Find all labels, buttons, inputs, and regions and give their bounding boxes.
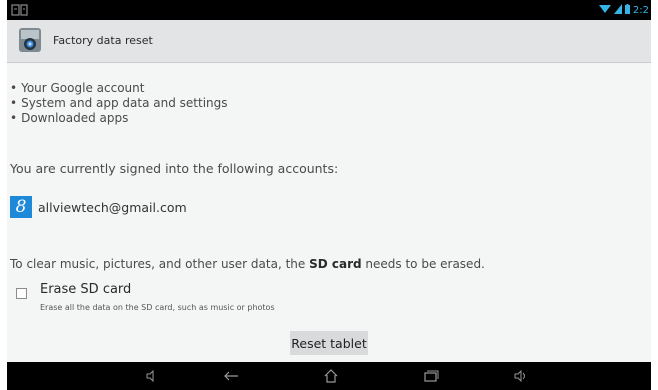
erase-sd-label[interactable]: Erase SD card xyxy=(40,282,131,297)
notification-icon xyxy=(11,3,31,17)
clear-data-text: To clear music, pictures, and other user… xyxy=(10,257,485,271)
reset-tablet-button[interactable]: Reset tablet xyxy=(290,331,368,355)
erase-items-list: Your Google account System and app data … xyxy=(10,81,228,126)
clear-text-suffix: needs to be erased. xyxy=(361,257,485,271)
page-title: Factory data reset xyxy=(53,34,153,47)
erase-sd-description: Erase all the data on the SD card, such … xyxy=(40,303,275,312)
list-item: Your Google account xyxy=(10,81,228,96)
action-bar: Factory data reset xyxy=(7,20,651,63)
home-icon[interactable] xyxy=(321,368,341,384)
navigation-bar xyxy=(7,362,651,390)
list-item: System and app data and settings xyxy=(10,96,227,111)
volume-down-icon[interactable] xyxy=(141,368,161,384)
screen: 2:2 Factory data reset Your Google accou… xyxy=(0,0,658,390)
wifi-icon xyxy=(598,1,611,19)
account-row: 8 allviewtech@gmail.com xyxy=(10,196,187,218)
clear-text-prefix: To clear music, pictures, and other user… xyxy=(10,257,310,271)
status-icons: 2:2 xyxy=(598,1,649,19)
google-account-icon: 8 xyxy=(10,196,32,218)
clear-text-bold: SD card xyxy=(309,257,362,271)
volume-up-icon[interactable] xyxy=(511,368,531,384)
battery-icon xyxy=(624,1,630,19)
account-email: allviewtech@gmail.com xyxy=(38,199,187,215)
back-icon[interactable] xyxy=(221,368,241,384)
signed-in-text: You are currently signed into the follow… xyxy=(10,161,339,176)
status-time: 2:2 xyxy=(632,4,649,16)
main-content: Your Google account System and app data … xyxy=(7,63,651,362)
recent-apps-icon[interactable] xyxy=(421,368,441,384)
status-bar: 2:2 xyxy=(7,0,651,20)
erase-sd-checkbox[interactable] xyxy=(16,288,27,299)
signal-icon xyxy=(613,1,622,19)
list-item: Downloaded apps xyxy=(10,111,228,126)
settings-app-icon[interactable] xyxy=(15,25,45,55)
